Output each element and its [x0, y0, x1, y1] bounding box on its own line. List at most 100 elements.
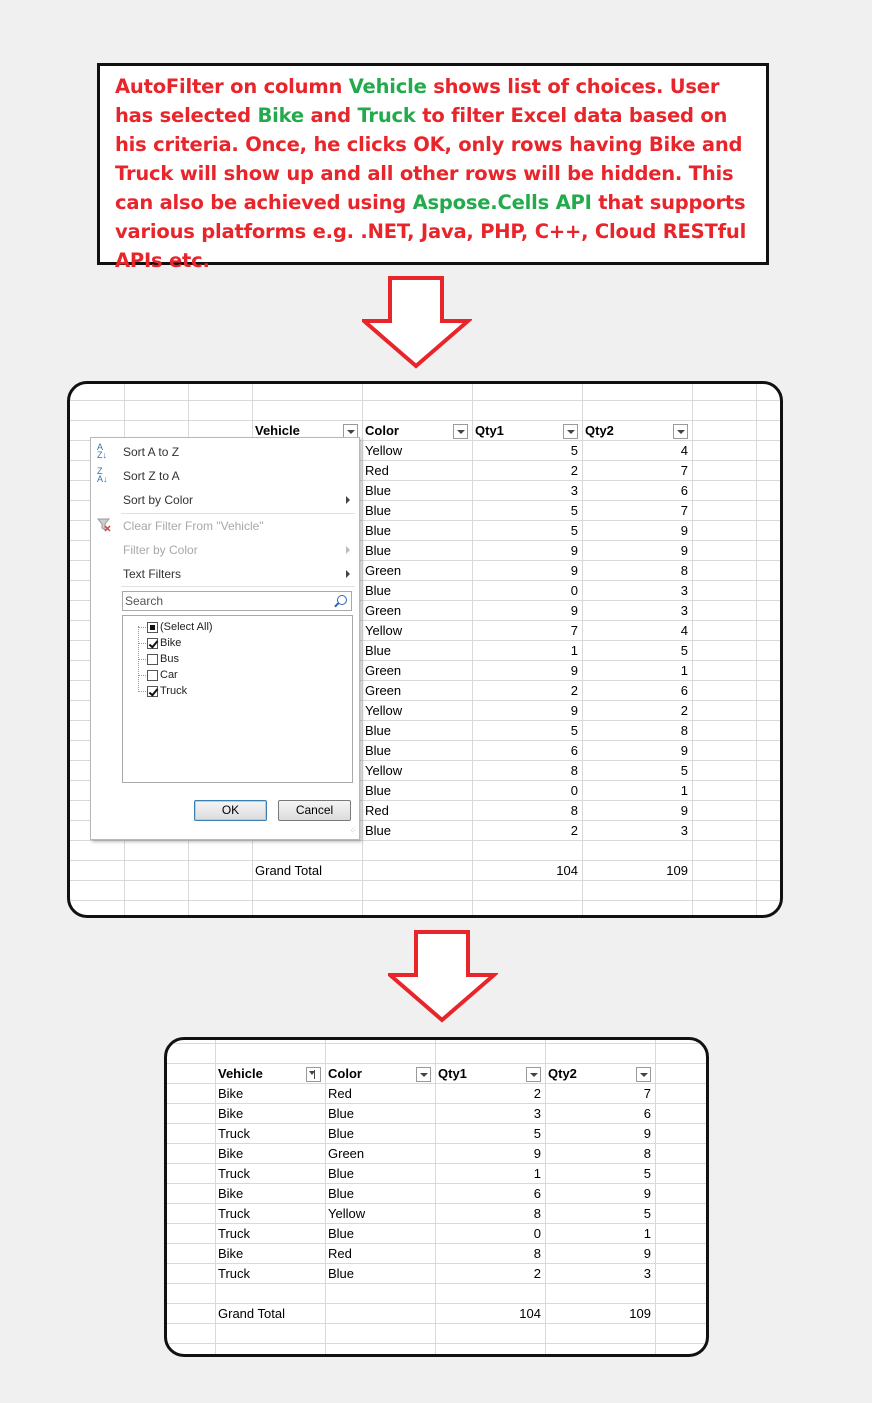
- cell-color: Red: [328, 1246, 352, 1261]
- cell-color: Yellow: [328, 1206, 366, 1221]
- cell-vehicle: Bike: [218, 1146, 244, 1161]
- cell-qty2: 6: [680, 683, 688, 698]
- cell-color: Yellow: [365, 443, 403, 458]
- filter-dropdown-button[interactable]: [563, 424, 578, 439]
- cell-color: Green: [365, 603, 402, 618]
- cell-vehicle: Bike: [218, 1246, 244, 1261]
- cell-color: Blue: [365, 823, 392, 838]
- resize-grip-icon[interactable]: ⁘: [350, 828, 356, 836]
- checkbox-bike[interactable]: [147, 638, 158, 649]
- checkbox-selectall[interactable]: [147, 622, 158, 633]
- filter-values-list[interactable]: (Select All) Bike Bus Car Truck: [122, 615, 353, 783]
- cell-color: Blue: [365, 643, 392, 658]
- clear-filter-icon: [97, 518, 111, 532]
- filter-active-icon[interactable]: [306, 1067, 321, 1082]
- search-placeholder: Search: [125, 594, 164, 608]
- filter-item-label: Car: [160, 669, 178, 681]
- sort-descending-icon: Z A↓: [97, 466, 108, 484]
- filter-by-color-item[interactable]: Filter by Color: [123, 542, 198, 558]
- cell-qty2: 3: [680, 603, 688, 618]
- cell-color: Blue: [328, 1126, 355, 1141]
- cell-vehicle: Bike: [218, 1106, 244, 1121]
- cell-qty1: 0: [570, 583, 578, 598]
- sort-by-color-item[interactable]: Sort by Color: [123, 492, 193, 508]
- cell-qty1: 9: [570, 603, 578, 618]
- caption-segment: AutoFilter on column: [115, 75, 349, 98]
- submenu-arrow-icon: [346, 570, 350, 578]
- cell-qty2: 9: [680, 523, 688, 538]
- down-arrow-icon: [388, 930, 498, 1023]
- cell-color: Blue: [365, 583, 392, 598]
- gridline: [167, 1343, 706, 1344]
- caption-segment: Aspose.Cells API: [412, 191, 592, 214]
- sort-z-to-a-item[interactable]: Sort Z to A: [123, 468, 180, 484]
- gridline: [325, 1040, 326, 1354]
- filter-dropdown-button[interactable]: [526, 1067, 541, 1082]
- cell-color: Blue: [365, 523, 392, 538]
- filter-dropdown-button[interactable]: [636, 1067, 651, 1082]
- cell-qty2: 4: [680, 443, 688, 458]
- text-filters-item[interactable]: Text Filters: [123, 566, 181, 582]
- filter-dropdown-button[interactable]: [673, 424, 688, 439]
- gridline: [70, 900, 780, 901]
- cell-qty1: 9: [533, 1146, 541, 1161]
- funnel-icon: [314, 1070, 319, 1079]
- checkbox-car[interactable]: [147, 670, 158, 681]
- autofilter-dropdown: A Z↓ Sort A to Z Z A↓ Sort Z to A Sort by …: [90, 437, 360, 840]
- tree-branch: [138, 659, 146, 661]
- caption-box: AutoFilter on column Vehicle shows list …: [97, 63, 769, 272]
- cell-qty1: 5: [570, 523, 578, 538]
- cell-color: Red: [328, 1086, 352, 1101]
- cell-qty1: 0: [570, 783, 578, 798]
- cell-color: Green: [365, 563, 402, 578]
- clear-filter-item[interactable]: Clear Filter From "Vehicle": [123, 518, 264, 534]
- tree-branch: [138, 627, 146, 629]
- cell-qty1: 3: [533, 1106, 541, 1121]
- cell-qty2: 9: [680, 803, 688, 818]
- cell-qty2: 1: [643, 1226, 651, 1241]
- cell-vehicle: Bike: [218, 1186, 244, 1201]
- down-arrow-icon: [362, 276, 472, 369]
- caption-text: AutoFilter on column Vehicle shows list …: [115, 72, 754, 275]
- cell-color: Yellow: [365, 703, 403, 718]
- cancel-button[interactable]: Cancel: [278, 800, 351, 821]
- checkbox-truck[interactable]: [147, 686, 158, 697]
- cell-qty1: 3: [570, 483, 578, 498]
- cell-qty2: 5: [643, 1206, 651, 1221]
- cell-qty1: 6: [570, 743, 578, 758]
- cell-qty1: 1: [533, 1166, 541, 1181]
- caption-segment: and: [303, 104, 358, 127]
- cell-qty2: 5: [643, 1166, 651, 1181]
- tree-branch: [138, 691, 146, 693]
- cell-qty1: 9: [570, 563, 578, 578]
- caption-segment: Vehicle: [348, 75, 427, 98]
- cell-qty2: 7: [680, 463, 688, 478]
- cell-qty2: 9: [680, 743, 688, 758]
- checkbox-bus[interactable]: [147, 654, 158, 665]
- filter-dropdown-button[interactable]: [453, 424, 468, 439]
- gridline: [362, 384, 363, 915]
- cell-qty2: 9: [643, 1186, 651, 1201]
- cell-qty1: 8: [533, 1206, 541, 1221]
- cell-vehicle: Truck: [218, 1266, 251, 1281]
- cell-qty1: 2: [570, 823, 578, 838]
- cell-color: Green: [365, 683, 402, 698]
- cell-qty2: 2: [680, 703, 688, 718]
- cell-qty2: 3: [680, 823, 688, 838]
- cell-color: Blue: [365, 483, 392, 498]
- cell-vehicle: Truck: [218, 1166, 251, 1181]
- cell-vehicle: Truck: [218, 1226, 251, 1241]
- cell-color: Blue: [365, 743, 392, 758]
- filter-search-input[interactable]: Search: [122, 591, 352, 611]
- cell-qty2: 7: [680, 503, 688, 518]
- filter-dropdown-button[interactable]: [416, 1067, 431, 1082]
- cell-qty2: 5: [680, 643, 688, 658]
- sort-a-to-z-item[interactable]: Sort A to Z: [123, 444, 179, 460]
- cell-color: Blue: [328, 1226, 355, 1241]
- cell-qty2: 8: [680, 563, 688, 578]
- caption-segment: Truck: [357, 104, 416, 127]
- ok-button[interactable]: OK: [194, 800, 267, 821]
- cell-qty2: 9: [680, 543, 688, 558]
- cell-color: Blue: [365, 503, 392, 518]
- cell-color: Green: [365, 663, 402, 678]
